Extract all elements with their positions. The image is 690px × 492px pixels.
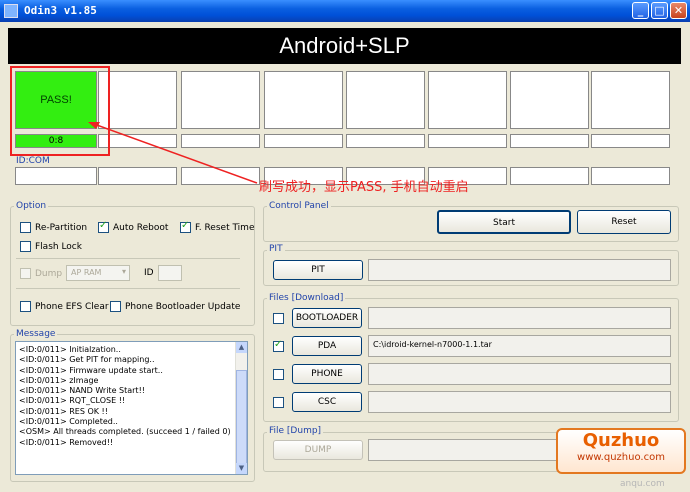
message-label: Message: [14, 329, 58, 339]
checkbox-box: [20, 268, 31, 279]
checkbox-box: [20, 301, 31, 312]
csc-button[interactable]: CSC: [292, 392, 362, 412]
flash-lock-checkbox[interactable]: Flash Lock: [20, 241, 82, 252]
pda-path-value: C:\idroid-kernel-n7000-1.1.tar: [373, 340, 492, 349]
phone-bootloader-update-checkbox[interactable]: Phone Bootloader Update: [110, 301, 240, 312]
message-scrollbar[interactable]: ▲ ▼: [235, 342, 247, 474]
dump-checkbox[interactable]: Dump: [20, 268, 62, 279]
watermark-brand: Quzhuo: [582, 430, 660, 451]
phone-path-field[interactable]: [368, 363, 671, 385]
bootloader-checkbox[interactable]: [273, 313, 284, 324]
checkbox-box: [273, 313, 284, 324]
auto-reboot-label: Auto Reboot: [113, 222, 169, 233]
pda-button[interactable]: PDA: [292, 336, 362, 356]
watermark-sub: anqu.com: [620, 479, 665, 489]
checkbox-box: [20, 222, 31, 233]
dump-button[interactable]: DUMP: [273, 440, 363, 460]
pda-checkbox[interactable]: [273, 339, 284, 352]
csc-path-field[interactable]: [368, 391, 671, 413]
re-partition-label: Re-Partition: [35, 222, 88, 233]
checkbox-box: [273, 339, 284, 352]
csc-checkbox[interactable]: [273, 397, 284, 408]
id-label: ID: [144, 268, 154, 278]
bootloader-button[interactable]: BOOTLOADER: [292, 308, 362, 328]
id-input[interactable]: [158, 265, 182, 281]
divider: [16, 288, 240, 289]
annotation-text: 刷写成功，显示PASS, 手机自动重启: [259, 180, 469, 195]
flash-lock-label: Flash Lock: [35, 241, 82, 252]
auto-reboot-checkbox[interactable]: Auto Reboot: [98, 220, 169, 233]
message-lines: <ID:0/011> Initialzation.. <ID:0/011> Ge…: [19, 345, 231, 447]
checkbox-box: [20, 241, 31, 252]
reset-button[interactable]: Reset: [577, 210, 671, 234]
quzhuo-watermark: Quzhuo www.quzhuo.com: [556, 428, 686, 474]
file-dump-label: File [Dump]: [267, 426, 324, 436]
dump-select-value: AP RAM: [71, 268, 102, 277]
phone-checkbox[interactable]: [273, 369, 284, 380]
option-label: Option: [14, 201, 49, 211]
phone-efs-clear-checkbox[interactable]: Phone EFS Clear: [20, 301, 109, 312]
pit-path-field[interactable]: [368, 259, 671, 281]
checkbox-box: [98, 220, 109, 233]
checkbox-box: [273, 397, 284, 408]
control-panel-label: Control Panel: [267, 201, 331, 211]
divider: [16, 258, 240, 259]
phone-button[interactable]: PHONE: [292, 364, 362, 384]
phone-bootloader-update-label: Phone Bootloader Update: [125, 301, 241, 312]
dump-select[interactable]: AP RAM ▾: [66, 265, 130, 281]
pda-path-field[interactable]: C:\idroid-kernel-n7000-1.1.tar: [368, 335, 671, 357]
start-button[interactable]: Start: [437, 210, 571, 234]
chevron-down-icon: ▾: [121, 267, 126, 276]
watermark-url: www.quzhuo.com: [577, 452, 665, 463]
message-log[interactable]: <ID:0/011> Initialzation.. <ID:0/011> Ge…: [15, 341, 248, 475]
checkbox-box: [180, 220, 191, 233]
checkbox-box: [273, 369, 284, 380]
phone-efs-clear-label: Phone EFS Clear: [35, 301, 109, 312]
re-partition-checkbox[interactable]: Re-Partition: [20, 222, 87, 233]
scroll-thumb[interactable]: [236, 370, 247, 468]
bootloader-path-field[interactable]: [368, 307, 671, 329]
checkbox-box: [110, 301, 121, 312]
scroll-down-icon[interactable]: ▼: [236, 463, 247, 474]
files-download-label: Files [Download]: [267, 293, 346, 303]
pit-label: PIT: [267, 244, 285, 254]
dump-label: Dump: [35, 268, 63, 279]
scroll-up-icon[interactable]: ▲: [236, 342, 247, 353]
f-reset-time-label: F. Reset Time: [195, 222, 255, 233]
pit-button[interactable]: PIT: [273, 260, 363, 280]
f-reset-time-checkbox[interactable]: F. Reset Time: [180, 220, 255, 233]
